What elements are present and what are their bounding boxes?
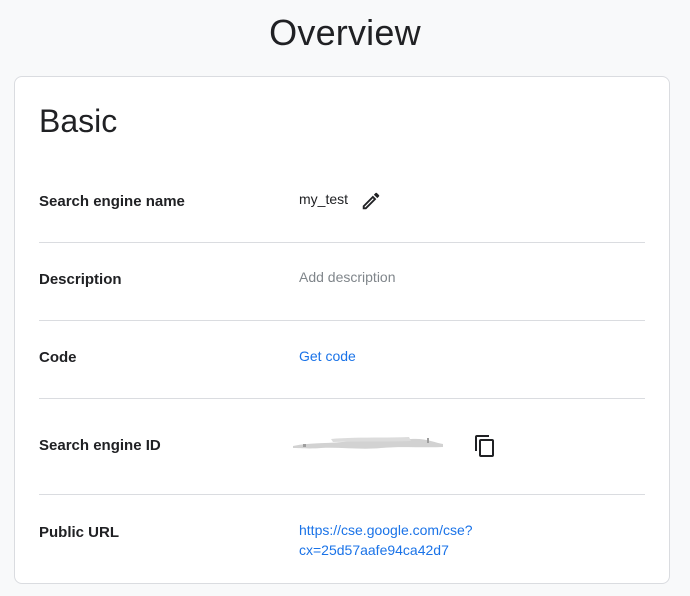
code-label: Code (39, 349, 77, 366)
overview-page: Overview Basic Search engine name my_tes… (0, 0, 690, 596)
section-title-basic: Basic (39, 103, 118, 139)
redacted-engine-id (293, 437, 443, 449)
divider (39, 242, 645, 243)
copy-icon[interactable] (472, 433, 498, 459)
public-url-label: Public URL (39, 524, 120, 541)
get-code-link[interactable]: Get code (299, 346, 356, 366)
divider (39, 494, 645, 495)
row-search-engine-name: Search engine name my_test (39, 189, 645, 215)
description-label: Description (39, 271, 122, 288)
pencil-icon-svg (362, 192, 380, 210)
divider (39, 320, 645, 321)
basic-card: Basic Search engine name my_test Descrip… (14, 76, 670, 584)
public-url-line-2: cx=25d57aafe94ca42d7 (299, 542, 449, 558)
row-public-url: Public URL https://cse.google.com/cse? c… (39, 519, 645, 561)
copy-icon-svg (475, 435, 494, 457)
public-url-line-1: https://cse.google.com/cse? (299, 522, 473, 538)
add-description-field[interactable]: Add description (299, 269, 396, 285)
row-code: Code Get code (39, 345, 645, 371)
pencil-edit-icon[interactable] (358, 188, 384, 214)
row-search-engine-id: Search engine ID (39, 433, 645, 461)
public-url-link[interactable]: https://cse.google.com/cse? cx=25d57aafe… (299, 520, 473, 560)
row-description: Description Add description (39, 267, 645, 293)
search-engine-id-label: Search engine ID (39, 437, 161, 454)
search-engine-name-value: my_test (299, 191, 349, 207)
page-title: Overview (269, 12, 421, 53)
search-engine-name-label: Search engine name (39, 193, 185, 210)
divider (39, 398, 645, 399)
